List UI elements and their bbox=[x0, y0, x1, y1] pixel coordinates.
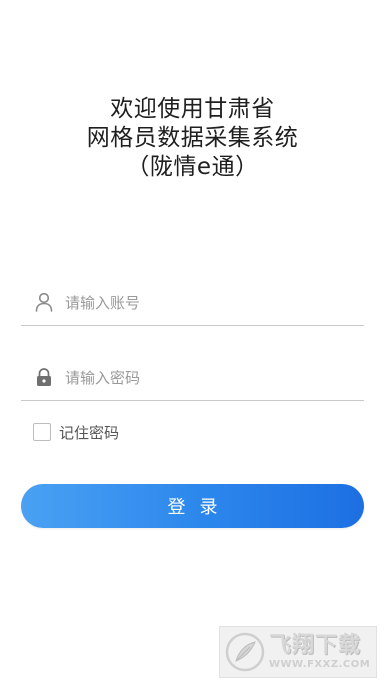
feather-logo-icon bbox=[225, 632, 265, 672]
username-field[interactable] bbox=[21, 285, 364, 326]
remember-password-label: 记住密码 bbox=[59, 423, 120, 442]
watermark-text: 飞翔下载 WWW.FXXZ.COM bbox=[269, 632, 371, 670]
password-input[interactable] bbox=[65, 364, 355, 392]
watermark-main-text: 飞翔下载 bbox=[269, 632, 362, 658]
watermark: 飞翔下载 WWW.FXXZ.COM bbox=[219, 626, 377, 678]
username-input[interactable] bbox=[65, 289, 355, 317]
login-button[interactable]: 登录 bbox=[21, 484, 364, 528]
lock-icon bbox=[37, 368, 51, 386]
page-title: 欢迎使用甘肃省 网格员数据采集系统 （陇情e通） bbox=[0, 95, 385, 182]
title-line-1: 欢迎使用甘肃省 bbox=[110, 96, 275, 122]
password-field[interactable] bbox=[21, 360, 364, 401]
watermark-url-text: WWW.FXXZ.COM bbox=[269, 658, 371, 670]
user-icon bbox=[35, 292, 53, 312]
title-line-3: （陇情e通） bbox=[126, 154, 259, 180]
title-line-2: 网格员数据采集系统 bbox=[86, 125, 299, 151]
remember-password-checkbox[interactable] bbox=[33, 423, 51, 441]
remember-password[interactable]: 记住密码 bbox=[33, 421, 119, 443]
